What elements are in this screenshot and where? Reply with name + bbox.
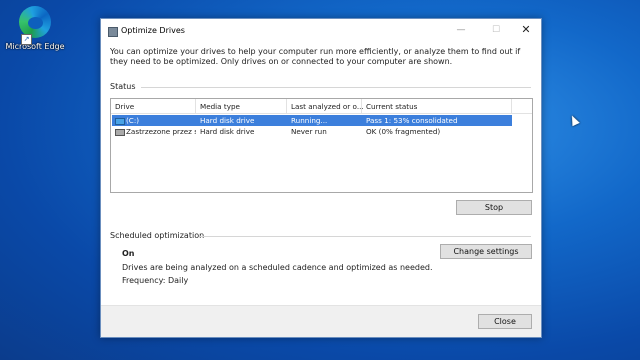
column-separator[interactable] [195, 99, 196, 113]
title-bar[interactable]: Optimize Drives — ☐ ✕ [101, 19, 541, 43]
maximize-button: ☐ [491, 25, 501, 35]
column-header-drive[interactable]: Drive [115, 102, 134, 111]
minimize-button[interactable]: — [450, 23, 472, 37]
close-button[interactable]: Close [478, 314, 532, 329]
shortcut-arrow-icon: ↗ [21, 34, 32, 45]
column-header-last-analyzed[interactable]: Last analyzed or o... [291, 102, 364, 111]
drive-icon [115, 129, 125, 136]
system-drive-icon [115, 118, 125, 125]
column-separator[interactable] [511, 99, 512, 113]
change-settings-button[interactable]: Change settings [440, 244, 532, 259]
last-analyzed: Running... [291, 116, 328, 125]
last-analyzed: Never run [291, 127, 327, 136]
schedule-frequency: Frequency: Daily [122, 276, 189, 285]
scheduled-divider [199, 236, 531, 237]
media-type: Hard disk drive [200, 116, 255, 125]
intro-text: You can optimize your drives to help you… [110, 47, 521, 66]
drive-row-c[interactable]: (C:) Hard disk drive Running... Pass 1: … [112, 115, 512, 126]
current-status: OK (0% fragmented) [366, 127, 441, 136]
schedule-state: On [122, 249, 135, 258]
drives-list[interactable]: Drive Media type Last analyzed or o... C… [110, 98, 533, 193]
mouse-cursor-icon [568, 113, 580, 127]
drive-name: (C:) [126, 116, 140, 125]
desktop-icon-edge[interactable]: ↗ Microsoft Edge [4, 6, 66, 51]
status-divider [141, 87, 531, 88]
optimize-drives-window: Optimize Drives — ☐ ✕ You can optimize y… [100, 18, 542, 338]
stop-button[interactable]: Stop [456, 200, 532, 215]
close-window-button[interactable]: ✕ [515, 23, 537, 37]
scheduled-group-label: Scheduled optimization [110, 231, 205, 240]
window-title: Optimize Drives [121, 26, 185, 35]
column-separator[interactable] [361, 99, 362, 113]
desktop-icon-label: Microsoft Edge [5, 42, 65, 51]
media-type: Hard disk drive [200, 127, 255, 136]
column-separator[interactable] [286, 99, 287, 113]
dialog-footer: Close [101, 305, 541, 337]
drive-row-reserved[interactable]: Zastrzezone przez s... Hard disk drive N… [112, 126, 512, 137]
column-header-media-type[interactable]: Media type [200, 102, 240, 111]
defrag-app-icon [108, 27, 118, 37]
drive-name: Zastrzezone przez s... [126, 127, 196, 136]
schedule-description: Drives are being analyzed on a scheduled… [122, 263, 433, 272]
list-header: Drive Media type Last analyzed or o... C… [111, 99, 532, 114]
current-status: Pass 1: 53% consolidated [366, 116, 458, 125]
status-group-label: Status [110, 82, 136, 91]
column-header-current-status[interactable]: Current status [366, 102, 417, 111]
